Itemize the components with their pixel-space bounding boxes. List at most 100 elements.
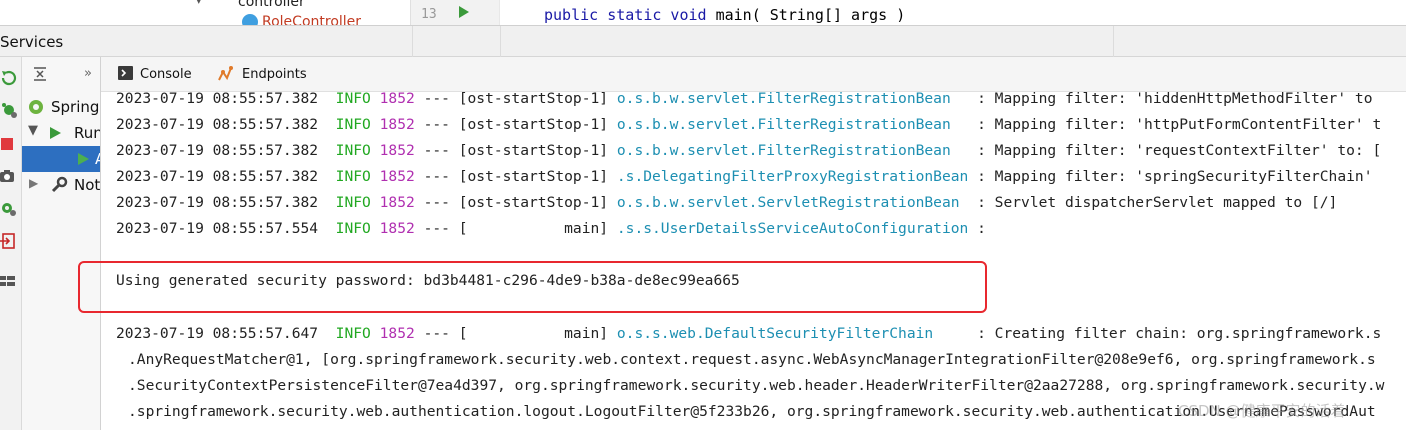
log-timestamp: 2023-07-19 08:55:57.382 — [116, 168, 319, 185]
log-line: 2023-07-19 08:55:57.382 INFO 1852 --- [o… — [116, 167, 1373, 187]
log-continuation: .AnyRequestMatcher@1, [org.springframewo… — [128, 351, 1376, 368]
code-line[interactable]: public static void main( String[] args ) — [544, 6, 905, 24]
log-line: 2023-07-19 08:55:57.382 INFO 1852 --- [o… — [116, 92, 1373, 109]
log-line: 2023-07-19 08:55:57.647 INFO 1852 --- [ … — [116, 324, 1381, 344]
stop-icon[interactable] — [0, 135, 18, 153]
tree-item-not-started[interactable]: ▶ Not — [22, 172, 101, 198]
wrench-icon — [50, 176, 68, 198]
tree-class-label: RoleController — [262, 14, 362, 25]
tree-item-app[interactable]: A — [22, 146, 100, 172]
log-line: 2023-07-19 08:55:57.382 INFO 1852 --- [o… — [116, 115, 1381, 135]
log-level: INFO — [335, 92, 371, 107]
log-timestamp: 2023-07-19 08:55:57.382 — [116, 92, 319, 107]
log-logger[interactable]: .s.DelegatingFilterProxyRegistrationBean — [617, 168, 968, 185]
log-continuation: .SecurityContextPersistenceFilter@7ea4d3… — [128, 377, 1385, 394]
generated-password-line: Using generated security password: bd3b4… — [116, 272, 740, 289]
services-tree: » Spring ▼ Run A ▶ Not — [22, 57, 101, 430]
log-timestamp: 2023-07-19 08:55:57.382 — [116, 116, 319, 133]
log-level: INFO — [335, 142, 371, 159]
log-level: INFO — [335, 220, 371, 237]
log-thread: --- [ost-startStop-1] — [414, 194, 617, 211]
project-tree-fragment: ▾ controller — [0, 0, 305, 25]
tree-item-run[interactable]: ▼ Run — [22, 120, 101, 146]
chevron-down-icon[interactable]: ▾ — [196, 0, 202, 7]
log-logger[interactable]: o.s.b.w.servlet.FilterRegistrationBean — [617, 142, 968, 159]
tab-label: Console — [140, 67, 192, 82]
tree-item-spring[interactable]: Spring — [22, 94, 100, 120]
log-level: INFO — [335, 168, 371, 185]
tree-item-label: Spring — [51, 98, 100, 116]
log-pid: 1852 — [379, 142, 415, 159]
more-icon[interactable]: » — [84, 66, 92, 81]
log-pid: 1852 — [379, 194, 415, 211]
log-timestamp: 2023-07-19 08:55:57.647 — [116, 325, 319, 342]
log-line: 2023-07-19 08:55:57.382 INFO 1852 --- [o… — [116, 141, 1381, 161]
chevron-right-icon[interactable]: ▶ — [29, 176, 38, 190]
tree-class-item[interactable]: RoleController — [220, 0, 410, 25]
log-message: : Mapping filter: 'hiddenHttpMethodFilte… — [968, 92, 1373, 107]
log-logger[interactable]: o.s.s.web.DefaultSecurityFilterChain — [617, 325, 968, 342]
class-icon — [242, 14, 258, 25]
log-message: : Mapping filter: 'httpPutFormContentFil… — [968, 116, 1382, 133]
settings-icon[interactable] — [0, 199, 18, 217]
log-timestamp: 2023-07-19 08:55:57.554 — [116, 220, 319, 237]
services-title: Services — [0, 33, 64, 51]
log-thread: --- [ main] — [414, 220, 617, 237]
line-number: 13 — [421, 7, 437, 22]
camera-icon[interactable] — [0, 167, 18, 185]
divider — [500, 26, 501, 58]
console-icon — [118, 65, 133, 84]
log-pid: 1852 — [379, 92, 415, 107]
log-logger[interactable]: .s.s.UserDetailsServiceAutoConfiguration — [617, 220, 968, 237]
log-thread: --- [ost-startStop-1] — [414, 142, 617, 159]
run-icon — [50, 127, 61, 139]
log-level: INFO — [335, 194, 371, 211]
exit-icon[interactable] — [0, 232, 18, 250]
log-thread: --- [ost-startStop-1] — [414, 116, 617, 133]
code-keywords: public static void — [544, 6, 707, 24]
tab-endpoints[interactable]: Endpoints — [217, 57, 307, 92]
tab-label: Endpoints — [242, 67, 307, 82]
run-icon — [78, 153, 89, 165]
tree-item-label: Not — [74, 176, 101, 194]
log-logger[interactable]: o.s.b.w.servlet.FilterRegistrationBean — [617, 92, 968, 107]
log-message: : Mapping filter: 'requestContextFilter'… — [968, 142, 1382, 159]
log-logger[interactable]: o.s.b.w.servlet.ServletRegistrationBean — [617, 194, 968, 211]
log-thread: --- [ost-startStop-1] — [414, 92, 617, 107]
log-thread: --- [ main] — [414, 325, 617, 342]
log-level: INFO — [335, 325, 371, 342]
log-pid: 1852 — [379, 116, 415, 133]
expand-all-icon[interactable] — [32, 66, 48, 86]
tab-console[interactable]: Console — [118, 57, 192, 92]
log-message: : — [968, 220, 986, 237]
console-tab-bar: Console Endpoints — [101, 57, 1406, 92]
log-message: : Creating filter chain: org.springframe… — [968, 325, 1382, 342]
log-logger[interactable]: o.s.b.w.servlet.FilterRegistrationBean — [617, 116, 968, 133]
log-pid: 1852 — [379, 168, 415, 185]
spring-icon — [27, 99, 45, 119]
tree-item-label: Run — [74, 124, 101, 142]
watermark: CSDN @健康平安的活着 — [1178, 402, 1346, 420]
chevron-down-icon[interactable]: ▼ — [28, 123, 38, 138]
log-timestamp: 2023-07-19 08:55:57.382 — [116, 194, 319, 211]
editor-strip: ▾ controller RoleController 13 public st… — [0, 0, 1406, 25]
log-line: 2023-07-19 08:55:57.382 INFO 1852 --- [o… — [116, 193, 1337, 213]
log-message: : Mapping filter: 'springSecurityFilterC… — [968, 168, 1373, 185]
editor-gutter: 13 — [410, 0, 500, 25]
divider — [1113, 26, 1114, 58]
log-line: 2023-07-19 08:55:57.554 INFO 1852 --- [ … — [116, 219, 986, 239]
log-pid: 1852 — [379, 325, 415, 342]
services-header: Services — [0, 25, 1406, 58]
tree-toolbar: » — [22, 57, 100, 92]
log-pid: 1852 — [379, 220, 415, 237]
divider — [412, 26, 413, 58]
debug-icon[interactable] — [0, 101, 18, 119]
log-timestamp: 2023-07-19 08:55:57.382 — [116, 142, 319, 159]
rerun-icon[interactable] — [0, 69, 18, 87]
log-message: : Servlet dispatcherServlet mapped to [/… — [968, 194, 1338, 211]
log-level: INFO — [335, 116, 371, 133]
run-gutter-icon[interactable] — [459, 6, 469, 18]
layout-icon[interactable] — [0, 272, 18, 290]
log-thread: --- [ost-startStop-1] — [414, 168, 617, 185]
services-action-toolbar — [0, 57, 22, 430]
